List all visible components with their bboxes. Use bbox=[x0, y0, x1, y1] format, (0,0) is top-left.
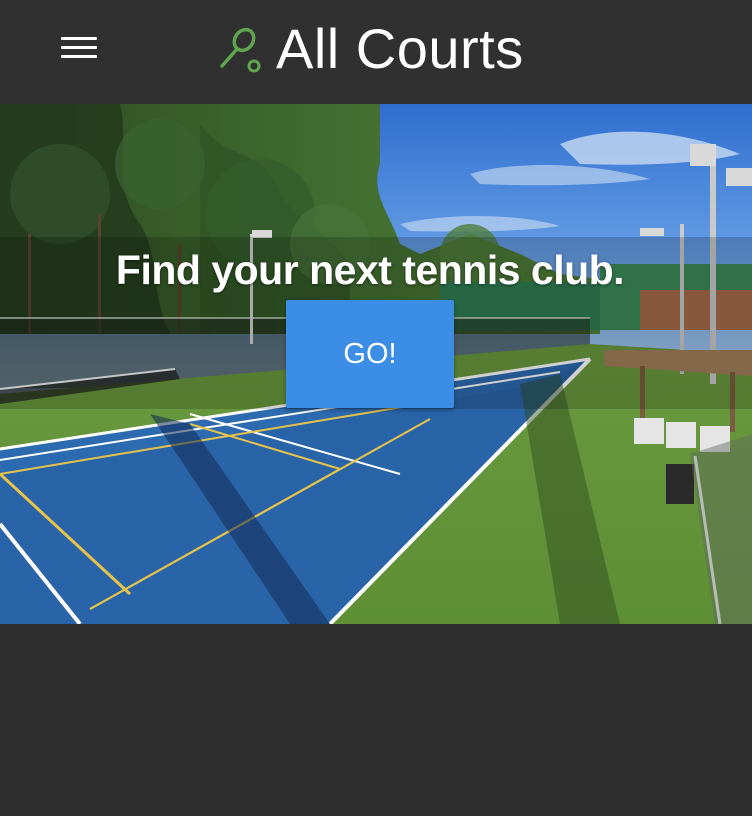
page-content-area bbox=[0, 624, 752, 816]
app-title: All Courts bbox=[276, 17, 524, 80]
hero-section: Find your next tennis club. GO! bbox=[0, 104, 752, 624]
top-navigation-bar: All Courts bbox=[0, 0, 752, 104]
go-button[interactable]: GO! bbox=[286, 300, 454, 408]
brand-logo[interactable]: All Courts bbox=[218, 16, 524, 82]
hero-heading: Find your next tennis club. bbox=[115, 247, 625, 293]
menu-bar-line bbox=[61, 37, 97, 40]
menu-bar-line bbox=[61, 55, 97, 58]
hamburger-menu-icon[interactable] bbox=[56, 30, 102, 66]
app: All Courts Find your next tennis club. G… bbox=[0, 0, 752, 816]
tennis-racket-icon bbox=[220, 27, 261, 73]
menu-bar-line bbox=[61, 46, 97, 49]
